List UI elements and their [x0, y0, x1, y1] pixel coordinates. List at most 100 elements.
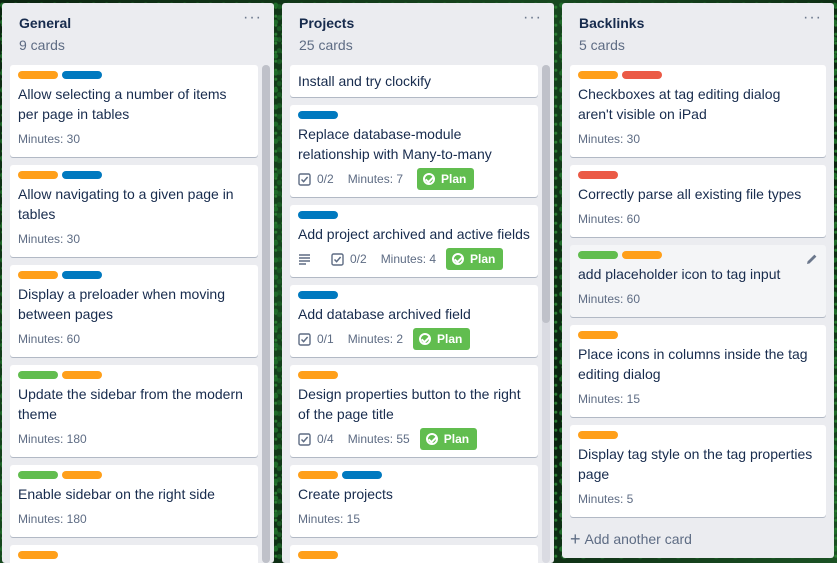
pencil-icon[interactable]	[806, 253, 818, 265]
plan-label: Plan	[441, 172, 467, 186]
list-menu-icon[interactable]: ···	[523, 9, 542, 27]
card-badges: Minutes: 60	[578, 207, 818, 231]
card[interactable]: Allow selecting a number of items per pa…	[10, 65, 258, 157]
card-badges: 0/2 Minutes: 4 Plan	[298, 247, 530, 271]
scrollbar-thumb[interactable]	[542, 65, 550, 323]
card-labels	[298, 211, 530, 219]
label-orange	[298, 471, 338, 479]
checklist-count: 0/4	[317, 432, 334, 446]
card[interactable]: Design properties button to the right of…	[290, 365, 538, 457]
card[interactable]: Display a preloader when moving between …	[10, 265, 258, 357]
card-badges: Minutes: 30	[18, 127, 250, 151]
card-labels	[18, 471, 250, 479]
label-blue	[62, 271, 102, 279]
card-badges: 0/2 Minutes: 7 Plan	[298, 167, 530, 191]
check-circle-icon	[425, 433, 438, 445]
plan-label: Plan	[443, 432, 470, 446]
card[interactable]: Enable sidebar on the right side Minutes…	[10, 465, 258, 537]
card[interactable]: Place icons in columns inside the tag ed…	[570, 325, 826, 417]
checklist-icon	[331, 252, 344, 266]
list-menu-icon[interactable]: ···	[803, 9, 822, 27]
card[interactable]: Add project archived and active fields 0…	[290, 205, 538, 277]
plan-button[interactable]: Plan	[419, 428, 478, 450]
check-circle-icon	[419, 333, 432, 345]
card-title: Display tag style on the tag properties …	[578, 446, 813, 482]
card[interactable]: Allow navigating to a given page in tabl…	[10, 165, 258, 257]
minutes-badge: Minutes: 5	[578, 492, 634, 506]
label-orange	[18, 271, 58, 279]
label-blue	[342, 471, 382, 479]
card[interactable]	[290, 545, 538, 563]
checklist-icon	[298, 172, 311, 186]
label-blue	[62, 171, 102, 179]
label-orange	[298, 371, 338, 379]
list-title[interactable]: General	[19, 15, 266, 31]
card[interactable]: Update the sidebar from the modern theme…	[10, 365, 258, 457]
card[interactable]: Replace database-module relationship wit…	[290, 105, 538, 197]
plan-button[interactable]: Plan	[417, 168, 475, 190]
plan-label: Plan	[437, 332, 463, 346]
card-title: Add database archived field	[298, 306, 471, 322]
card-labels	[18, 271, 250, 279]
checklist-icon	[298, 332, 311, 346]
add-card-button[interactable]: + Add another card	[570, 530, 692, 548]
label-orange	[578, 71, 618, 79]
list-header[interactable]: General 9 cards ···	[2, 3, 274, 63]
check-circle-icon	[423, 173, 436, 185]
card[interactable]: Correctly parse all existing file types …	[570, 165, 826, 237]
plan-button[interactable]: Plan	[446, 248, 504, 270]
list-menu-icon[interactable]: ···	[243, 9, 262, 27]
card[interactable]	[10, 545, 258, 563]
checklist-icon	[298, 432, 311, 446]
minutes-badge: Minutes: 4	[380, 252, 437, 266]
minutes-badge: Minutes: 30	[18, 232, 81, 246]
minutes-badge: Minutes: 180	[18, 432, 87, 446]
label-green	[18, 371, 58, 379]
checklist-badge: 0/1	[298, 332, 334, 346]
list-title[interactable]: Projects	[299, 15, 546, 31]
card-title: Display a preloader when moving between …	[18, 286, 225, 322]
card[interactable]: Display tag style on the tag properties …	[570, 425, 826, 517]
card-labels	[578, 71, 818, 79]
checklist-badge: 0/2	[298, 172, 334, 186]
list-title[interactable]: Backlinks	[579, 15, 826, 31]
label-green	[578, 251, 618, 259]
label-orange	[18, 71, 58, 79]
label-orange	[578, 331, 618, 339]
card-labels	[18, 551, 250, 559]
card[interactable]: Install and try clockify	[290, 65, 538, 97]
scrollbar-thumb[interactable]	[262, 65, 270, 563]
label-orange	[622, 251, 662, 259]
label-green	[18, 471, 58, 479]
list-scrollbar[interactable]	[262, 65, 270, 563]
card-labels	[298, 291, 530, 299]
card-labels	[18, 171, 250, 179]
check-circle-icon	[452, 253, 465, 265]
list-header[interactable]: Projects 25 cards ···	[282, 3, 554, 63]
label-orange	[62, 371, 102, 379]
card[interactable]: Create projects Minutes: 15	[290, 465, 538, 537]
list-card-count: 9 cards	[19, 37, 65, 53]
card[interactable]: add placeholder icon to tag input Minute…	[570, 245, 826, 317]
label-red	[578, 171, 618, 179]
card[interactable]: Add database archived field 0/1 Minutes:…	[290, 285, 538, 357]
card-title: Allow selecting a number of items per pa…	[18, 86, 227, 122]
card[interactable]: Checkboxes at tag editing dialog aren't …	[570, 65, 826, 157]
minutes-badge: Minutes: 30	[578, 132, 641, 146]
label-red	[622, 71, 662, 79]
add-card-label: Add another card	[584, 531, 692, 547]
plan-button[interactable]: Plan	[413, 328, 471, 350]
card-badges: Minutes: 60	[18, 327, 250, 351]
card-labels	[298, 111, 530, 119]
card-title: Replace database-module relationship wit…	[298, 126, 492, 162]
card-badges: 0/4 Minutes: 55 Plan	[298, 427, 530, 451]
card-badges: Minutes: 5	[578, 487, 818, 511]
list-scrollbar[interactable]	[542, 65, 550, 563]
card-labels	[18, 71, 250, 79]
label-orange	[18, 171, 58, 179]
list-header[interactable]: Backlinks 5 cards ···	[562, 3, 834, 63]
card-labels	[298, 551, 530, 559]
card-labels	[578, 251, 818, 259]
description-badge	[298, 253, 317, 265]
card-badges: Minutes: 30	[578, 127, 818, 151]
